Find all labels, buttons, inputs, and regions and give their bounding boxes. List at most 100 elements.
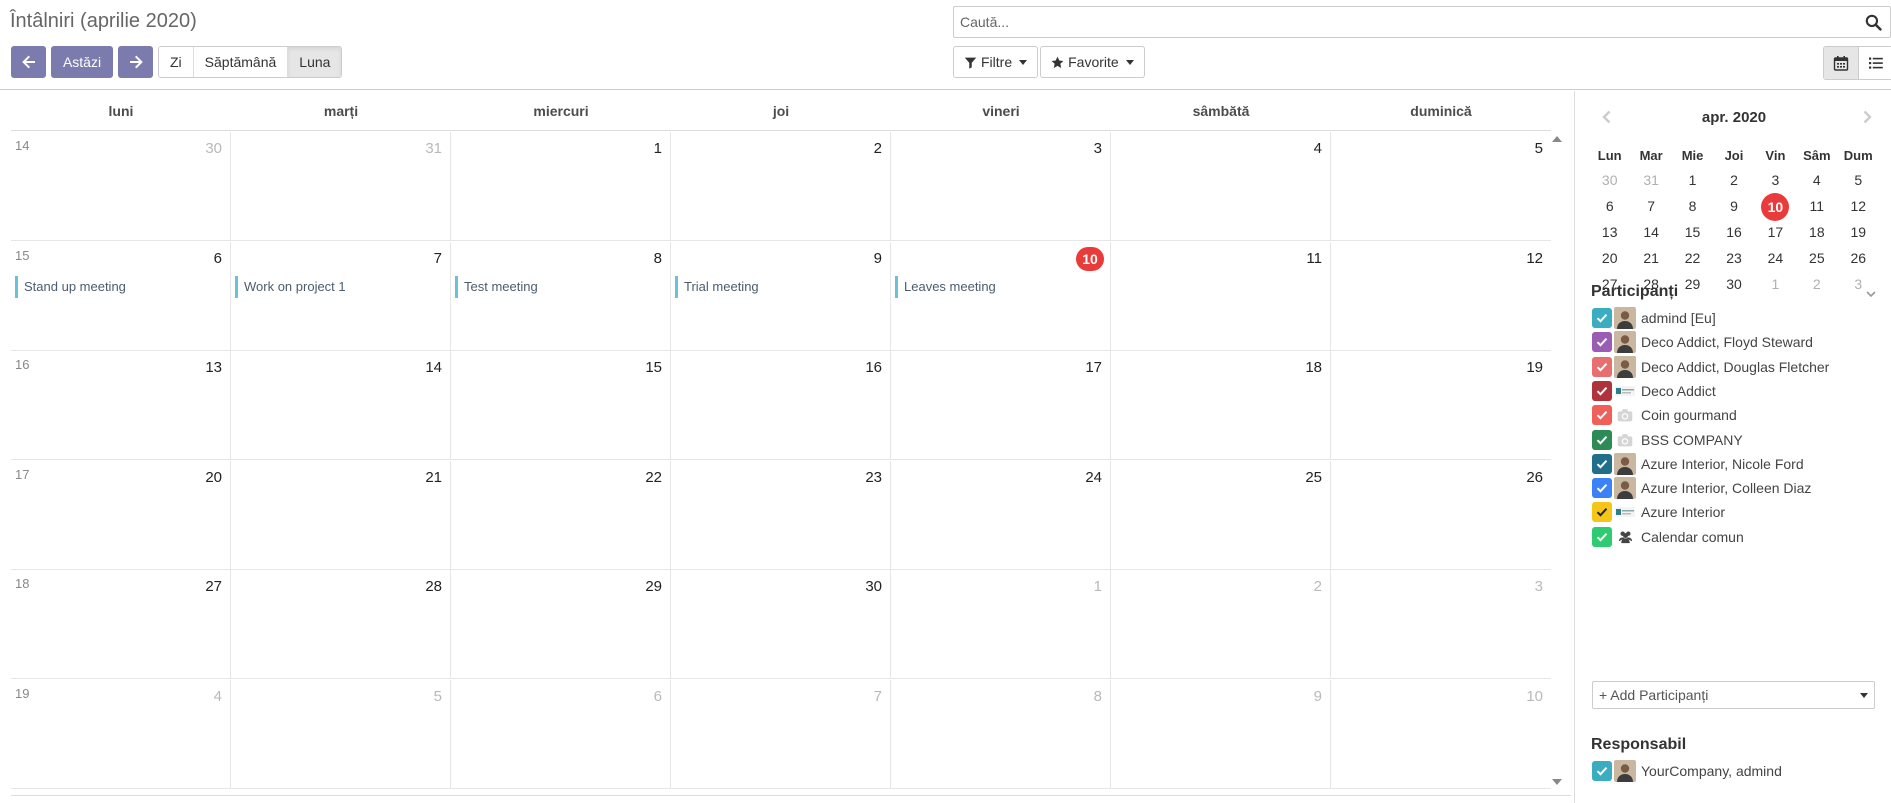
mini-day[interactable]: 15	[1672, 219, 1713, 245]
checkbox[interactable]	[1592, 332, 1612, 353]
search-icon[interactable]	[1865, 14, 1882, 31]
mini-day[interactable]: 5	[1838, 167, 1879, 193]
calendar-event[interactable]: Stand up meeting	[15, 275, 224, 298]
day-cell[interactable]: 22	[451, 460, 671, 570]
mini-day[interactable]: 26	[1838, 245, 1879, 271]
day-cell[interactable]: 21	[231, 460, 451, 570]
favorites-dropdown[interactable]: Favorite	[1040, 46, 1145, 78]
checkbox[interactable]	[1592, 761, 1612, 781]
mini-day[interactable]: 9	[1713, 193, 1754, 219]
attendee-filter-item[interactable]: admind [Eu]	[1592, 306, 1882, 330]
day-cell[interactable]: 11	[1111, 241, 1331, 351]
day-cell[interactable]: 5	[1331, 132, 1551, 241]
day-cell[interactable]: 7 Work on project 1	[231, 241, 451, 351]
day-cell[interactable]: 15	[451, 351, 671, 460]
day-cell[interactable]: 5	[231, 679, 451, 789]
calendar-event[interactable]: Work on project 1	[235, 275, 444, 298]
add-attendees-select[interactable]: + Add Participanți	[1592, 681, 1875, 709]
day-cell[interactable]: 19 4	[11, 679, 231, 789]
mini-day[interactable]: 7	[1630, 193, 1671, 219]
mini-day[interactable]: 11	[1796, 193, 1837, 219]
mini-day[interactable]: 30	[1713, 271, 1754, 297]
filters-dropdown[interactable]: Filtre	[953, 46, 1039, 78]
scroll-up-arrow[interactable]	[1552, 136, 1562, 142]
next-button[interactable]	[118, 46, 153, 78]
checkbox[interactable]	[1592, 356, 1612, 377]
mini-day[interactable]: 20	[1589, 245, 1630, 271]
mini-day[interactable]: 17	[1755, 219, 1796, 245]
checkbox[interactable]	[1592, 429, 1612, 450]
day-cell[interactable]: 6	[451, 679, 671, 789]
day-cell[interactable]: 31	[231, 132, 451, 241]
today-button[interactable]: Astăzi	[51, 46, 113, 78]
mini-day[interactable]: 30	[1589, 167, 1630, 193]
mini-day[interactable]: 13	[1589, 219, 1630, 245]
checkbox[interactable]	[1592, 405, 1612, 426]
day-cell[interactable]: 10	[1331, 680, 1551, 789]
day-cell[interactable]: 28	[231, 570, 451, 679]
day-cell[interactable]: 1	[451, 132, 671, 241]
day-cell[interactable]: 30	[671, 570, 891, 679]
checkbox[interactable]	[1592, 526, 1612, 547]
chevron-down-icon[interactable]	[1865, 288, 1877, 300]
mini-day[interactable]: 18	[1796, 219, 1837, 245]
attendee-filter-item[interactable]: Azure Interior	[1592, 500, 1882, 524]
day-cell[interactable]: 18	[1111, 351, 1331, 460]
day-cell[interactable]: 10 Leaves meeting	[891, 241, 1111, 351]
mini-day-current[interactable]: 10	[1755, 193, 1796, 221]
attendee-filter-item[interactable]: Deco Addict, Douglas Fletcher	[1592, 355, 1882, 379]
day-cell[interactable]: 9	[1111, 679, 1331, 789]
checkbox[interactable]	[1592, 453, 1612, 474]
mini-day[interactable]: 1	[1672, 167, 1713, 193]
day-cell[interactable]: 2	[1111, 570, 1331, 679]
mini-day[interactable]: 8	[1672, 193, 1713, 219]
mini-day[interactable]: 3	[1755, 167, 1796, 193]
scale-day-button[interactable]: Zi	[159, 47, 194, 77]
day-cell[interactable]: 1	[891, 570, 1111, 679]
day-cell[interactable]: 29	[451, 570, 671, 679]
day-cell[interactable]: 3	[891, 132, 1111, 241]
attendee-filter-item[interactable]: Coin gourmand	[1592, 403, 1882, 427]
search-input[interactable]	[960, 7, 1840, 37]
day-cell[interactable]: 9 Trial meeting	[671, 241, 891, 351]
attendee-filter-item[interactable]: BSS COMPANY	[1592, 428, 1882, 452]
day-cell[interactable]: 19	[1331, 351, 1551, 460]
day-cell[interactable]: 23	[671, 460, 891, 570]
calendar-view-button[interactable]	[1824, 47, 1858, 79]
mini-day[interactable]: 1	[1755, 271, 1796, 297]
list-view-button[interactable]	[1858, 47, 1891, 79]
mini-day[interactable]: 2	[1796, 271, 1837, 297]
previous-button[interactable]	[11, 46, 46, 78]
mini-day[interactable]: 14	[1630, 219, 1671, 245]
chevron-left-icon[interactable]	[1599, 109, 1615, 125]
day-cell[interactable]: 16 13	[11, 351, 231, 460]
attendee-filter-item[interactable]: Calendar comun	[1592, 525, 1882, 549]
calendar-event[interactable]: Test meeting	[455, 275, 664, 298]
day-cell[interactable]: 7	[671, 679, 891, 789]
attendee-filter-item[interactable]: Azure Interior, Nicole Ford	[1592, 452, 1882, 476]
checkbox[interactable]	[1592, 478, 1612, 499]
chevron-right-icon[interactable]	[1859, 109, 1875, 125]
calendar-event[interactable]: Leaves meeting	[895, 275, 1104, 298]
mini-day[interactable]: 25	[1796, 245, 1837, 271]
attendee-filter-item[interactable]: YourCompany, admind	[1592, 759, 1882, 783]
attendee-filter-item[interactable]: Deco Addict, Floyd Steward	[1592, 330, 1882, 354]
day-cell[interactable]: 18 27	[11, 570, 231, 679]
day-cell[interactable]: 25	[1111, 460, 1331, 570]
scale-week-button[interactable]: Săptămână	[193, 47, 289, 77]
mini-day[interactable]: 2	[1713, 167, 1754, 193]
mini-day[interactable]: 22	[1672, 245, 1713, 271]
day-cell[interactable]: 24	[891, 460, 1111, 570]
day-cell[interactable]: 16	[671, 351, 891, 460]
day-cell[interactable]: 17	[891, 351, 1111, 460]
day-cell[interactable]: 26	[1331, 461, 1551, 570]
mini-day[interactable]: 6	[1589, 193, 1630, 219]
day-cell[interactable]: 8 Test meeting	[451, 241, 671, 351]
day-cell[interactable]: 14 30	[11, 132, 231, 241]
calendar-event[interactable]: Trial meeting	[675, 275, 884, 298]
mini-day[interactable]: 24	[1755, 245, 1796, 271]
attendee-filter-item[interactable]: Deco Addict	[1592, 379, 1882, 403]
day-cell[interactable]: 12	[1331, 242, 1551, 351]
scroll-down-arrow[interactable]	[1552, 779, 1562, 785]
mini-day[interactable]: 19	[1838, 219, 1879, 245]
